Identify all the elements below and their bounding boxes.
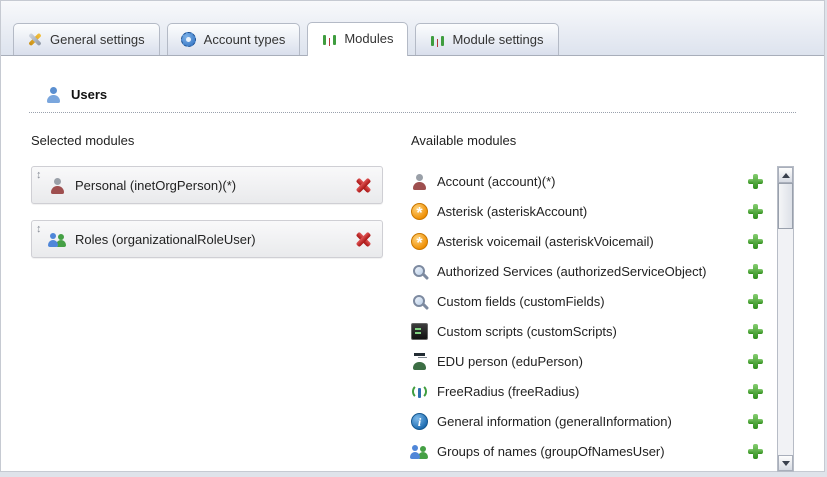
badge-icon	[180, 31, 197, 48]
remove-module-button[interactable]	[355, 231, 372, 248]
tab-label: General settings	[50, 32, 145, 47]
add-module-button[interactable]	[748, 324, 763, 339]
available-module-row: Account (account)(*)	[411, 166, 769, 196]
available-module-row: EDU person (eduPerson)	[411, 346, 769, 376]
section-heading-users: Users	[29, 86, 796, 113]
scrollbar[interactable]	[777, 166, 794, 472]
available-module-label: Authorized Services (authorizedServiceOb…	[437, 264, 748, 279]
available-modules-list: Account (account)(*) Asterisk (asteriskA…	[411, 166, 769, 472]
tools-icon	[26, 31, 43, 48]
magnifier-icon	[411, 263, 428, 280]
available-module-row: Groups of names (groupOfNamesUser)	[411, 436, 769, 466]
available-modules-heading: Available modules	[411, 133, 794, 148]
tab-account-types[interactable]: Account types	[167, 23, 301, 55]
available-module-label: EDU person (eduPerson)	[437, 354, 748, 369]
tab-general-settings[interactable]: General settings	[13, 23, 160, 55]
add-module-button[interactable]	[748, 234, 763, 249]
selected-module-label: Roles (organizationalRoleUser)	[75, 232, 355, 247]
available-modules-column: Available modules Account (account)(*) A…	[411, 131, 794, 472]
add-module-button[interactable]	[748, 354, 763, 369]
available-module-label: Groups of names (groupOfNamesUser)	[437, 444, 748, 459]
drag-handle-icon[interactable]	[36, 170, 46, 181]
modules-icon	[428, 31, 445, 48]
scrollbar-track[interactable]	[778, 229, 793, 455]
asterisk-icon	[411, 233, 428, 250]
settings-window: General settings Account types Modules M…	[0, 0, 825, 472]
terminal-icon	[411, 323, 428, 340]
available-module-label: FreeRadius (freeRadius)	[437, 384, 748, 399]
asterisk-icon	[411, 203, 428, 220]
tab-label: Module settings	[452, 32, 543, 47]
scroll-down-button[interactable]	[778, 455, 793, 471]
add-module-button[interactable]	[748, 264, 763, 279]
available-module-row: Custom scripts (customScripts)	[411, 316, 769, 346]
available-module-row: Custom fields (customFields)	[411, 286, 769, 316]
drag-handle-icon[interactable]	[36, 224, 46, 235]
group-icon	[49, 231, 66, 248]
info-icon	[411, 413, 428, 430]
person-icon	[411, 173, 428, 190]
add-module-button[interactable]	[748, 414, 763, 429]
available-module-row: FreeRadius (freeRadius)	[411, 376, 769, 406]
selected-module-row[interactable]: Personal (inetOrgPerson)(*)	[31, 166, 383, 204]
available-module-label: Account (account)(*)	[437, 174, 748, 189]
available-module-row: Asterisk (asteriskAccount)	[411, 196, 769, 226]
tab-bar: General settings Account types Modules M…	[1, 1, 824, 56]
tab-modules[interactable]: Modules	[307, 22, 408, 56]
tab-label: Account types	[204, 32, 286, 47]
available-module-label: Asterisk (asteriskAccount)	[437, 204, 748, 219]
selected-modules-heading: Selected modules	[31, 133, 383, 148]
group-icon	[411, 443, 428, 460]
radio-icon	[411, 383, 428, 400]
add-module-button[interactable]	[748, 294, 763, 309]
person-icon	[49, 177, 66, 194]
add-module-button[interactable]	[748, 444, 763, 459]
available-module-row: General information (generalInformation)	[411, 406, 769, 436]
available-module-label: Custom fields (customFields)	[437, 294, 748, 309]
modules-icon	[320, 30, 337, 47]
selected-modules-column: Selected modules Personal (inetOrgPerson…	[31, 131, 383, 472]
tab-module-settings[interactable]: Module settings	[415, 23, 558, 55]
remove-module-button[interactable]	[355, 177, 372, 194]
modules-panel: Users Selected modules Personal (inetOrg…	[1, 56, 824, 472]
user-icon	[45, 86, 62, 103]
available-module-row: Authorized Services (authorizedServiceOb…	[411, 256, 769, 286]
available-module-label: General information (generalInformation)	[437, 414, 748, 429]
selected-module-label: Personal (inetOrgPerson)(*)	[75, 178, 355, 193]
available-module-row: Asterisk voicemail (asteriskVoicemail)	[411, 226, 769, 256]
graduate-icon	[411, 353, 428, 370]
add-module-button[interactable]	[748, 174, 763, 189]
available-module-label: Custom scripts (customScripts)	[437, 324, 748, 339]
add-module-button[interactable]	[748, 204, 763, 219]
section-title: Users	[71, 87, 107, 102]
available-module-label: Asterisk voicemail (asteriskVoicemail)	[437, 234, 748, 249]
selected-module-row[interactable]: Roles (organizationalRoleUser)	[31, 220, 383, 258]
tab-label: Modules	[344, 31, 393, 46]
add-module-button[interactable]	[748, 384, 763, 399]
scroll-up-button[interactable]	[778, 167, 793, 183]
scrollbar-thumb[interactable]	[778, 183, 793, 229]
magnifier-icon	[411, 293, 428, 310]
